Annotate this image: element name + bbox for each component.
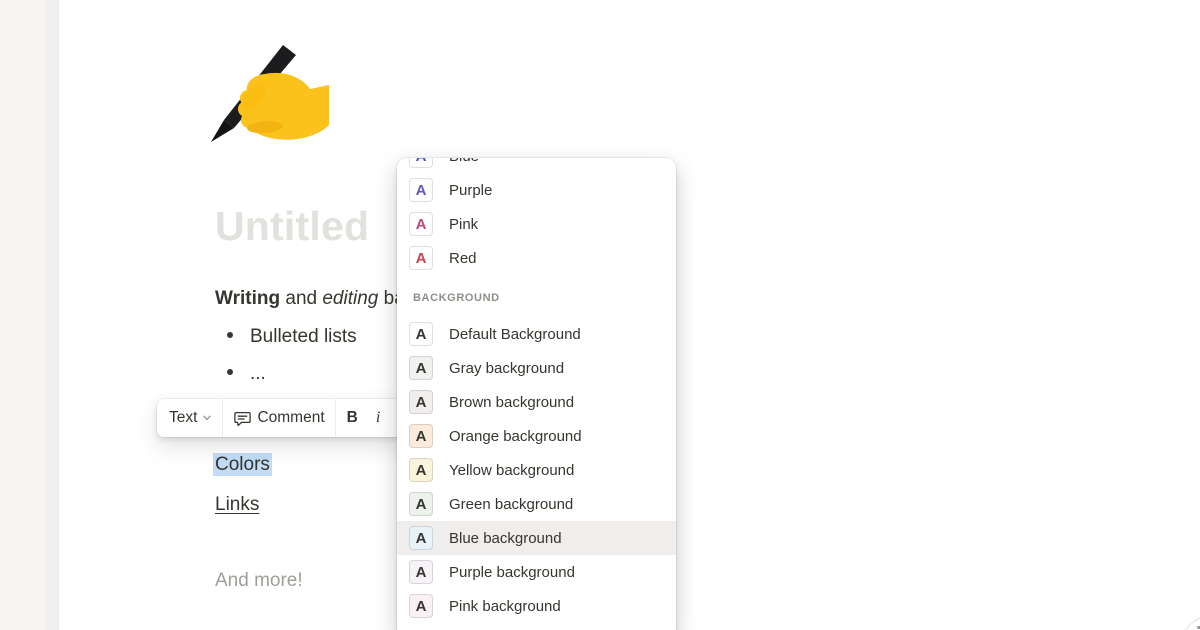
intro-segment-bold: Writing	[215, 288, 280, 309]
color-swatch: A	[409, 212, 433, 236]
italic-button[interactable]: i	[367, 403, 389, 433]
color-swatch: A	[409, 560, 433, 584]
menu-item-orange-background[interactable]: A Orange background	[397, 419, 676, 453]
menu-item-red-text[interactable]: A Red	[397, 241, 676, 275]
color-menu-panel: A Blue A Purple A Pink A Red BACKGROUND …	[397, 158, 676, 630]
menu-item-yellow-background[interactable]: A Yellow background	[397, 453, 676, 487]
menu-item-label: Brown background	[449, 394, 574, 411]
bullet-dot	[227, 369, 233, 375]
text-style-dropdown[interactable]: Text	[161, 403, 220, 433]
background-section-header: BACKGROUND	[397, 291, 676, 305]
text-style-label: Text	[169, 409, 197, 427]
menu-item-label: Blue	[449, 158, 479, 165]
intro-segment-plain: and	[280, 288, 322, 309]
menu-item-label: Blue background	[449, 530, 562, 547]
menu-item-brown-background[interactable]: A Brown background	[397, 385, 676, 419]
color-menu-list: A Blue A Purple A Pink A Red BACKGROUND …	[397, 158, 676, 623]
color-swatch: A	[409, 492, 433, 516]
comment-button[interactable]: Comment	[225, 403, 332, 433]
toolbar-divider	[222, 399, 223, 437]
page-title[interactable]: Untitled	[215, 203, 369, 250]
menu-item-label: Pink background	[449, 598, 561, 615]
menu-item-blue-background[interactable]: A Blue background	[397, 521, 676, 555]
bold-button[interactable]: B	[338, 403, 367, 433]
menu-item-label: Green background	[449, 496, 573, 513]
bullet-label: Bulleted lists	[250, 326, 357, 347]
bulleted-list-item[interactable]: Bulleted lists	[227, 325, 357, 349]
menu-item-label: Default Background	[449, 326, 581, 343]
menu-item-label: Pink	[449, 216, 478, 233]
color-swatch: A	[409, 178, 433, 202]
color-swatch: A	[409, 356, 433, 380]
selected-text: Colors	[213, 453, 272, 476]
menu-item-pink-text[interactable]: A Pink	[397, 207, 676, 241]
color-swatch: A	[409, 158, 433, 168]
links-hyperlink[interactable]: Links	[215, 493, 259, 517]
chevron-down-icon	[202, 413, 212, 423]
menu-item-label: Red	[449, 250, 477, 267]
menu-item-gray-background[interactable]: A Gray background	[397, 351, 676, 385]
color-swatch: A	[409, 390, 433, 414]
menu-item-default-background[interactable]: A Default Background	[397, 317, 676, 351]
color-swatch: A	[409, 594, 433, 618]
menu-item-label: Gray background	[449, 360, 564, 377]
color-swatch: A	[409, 526, 433, 550]
menu-item-label: Orange background	[449, 428, 582, 445]
menu-item-pink-background[interactable]: A Pink background	[397, 589, 676, 623]
colors-paragraph[interactable]: Colors	[215, 453, 270, 477]
toolbar-divider	[335, 399, 336, 437]
writing-hand-emoji[interactable]	[207, 45, 329, 145]
menu-item-green-background[interactable]: A Green background	[397, 487, 676, 521]
bullet-dot	[227, 332, 233, 338]
bulleted-list-item[interactable]: ...	[227, 362, 266, 386]
menu-item-purple-text[interactable]: A Purple	[397, 173, 676, 207]
bullet-label: ...	[250, 363, 266, 384]
menu-item-purple-background[interactable]: A Purple background	[397, 555, 676, 589]
menu-item-label: Purple	[449, 182, 492, 199]
intro-segment-italic: editing	[322, 288, 378, 309]
comment-icon	[233, 409, 252, 428]
menu-item-label: Yellow background	[449, 462, 574, 479]
intro-paragraph[interactable]: Writing and editing ba	[215, 287, 405, 311]
comment-label: Comment	[257, 409, 324, 427]
color-swatch: A	[409, 322, 433, 346]
color-swatch: A	[409, 458, 433, 482]
color-swatch: A	[409, 424, 433, 448]
color-swatch: A	[409, 246, 433, 270]
format-toolbar: Text Comment B i	[157, 399, 420, 437]
and-more-text[interactable]: And more!	[215, 569, 303, 593]
menu-item-label: Purple background	[449, 564, 575, 581]
menu-item-blue-text[interactable]: A Blue	[397, 158, 676, 173]
